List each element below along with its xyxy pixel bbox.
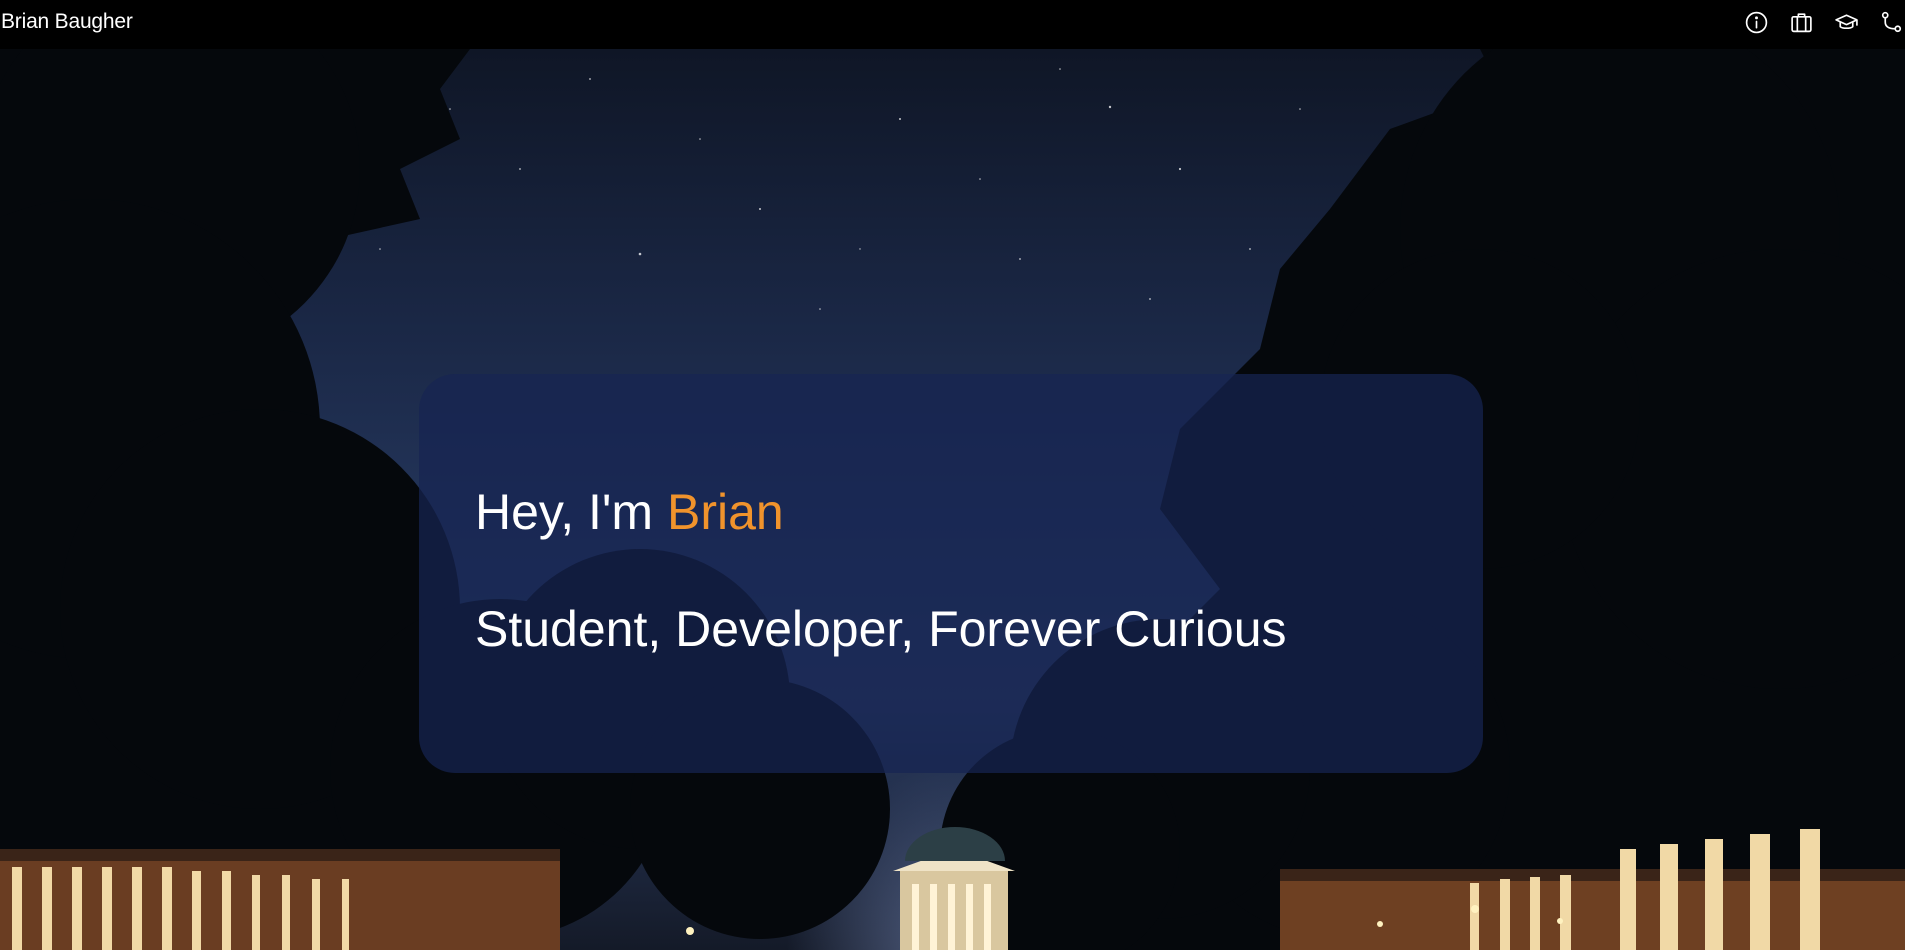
git-branch-icon[interactable]	[1877, 8, 1905, 36]
top-navigation-bar: Brian Baugher	[0, 0, 1905, 49]
graduation-cap-icon[interactable]	[1832, 8, 1860, 36]
greeting-heading: Hey, I'm Brian	[475, 482, 1483, 542]
site-title[interactable]: Brian Baugher	[1, 10, 133, 34]
nav-icon-group	[1725, 8, 1905, 36]
intro-card: Hey, I'm Brian Student, Developer, Forev…	[419, 374, 1483, 773]
info-icon[interactable]	[1742, 8, 1770, 36]
greeting-prefix: Hey, I'm	[475, 484, 667, 540]
hero-section: Hey, I'm Brian Student, Developer, Forev…	[0, 49, 1905, 950]
briefcase-icon[interactable]	[1787, 8, 1815, 36]
greeting-name: Brian	[666, 484, 784, 540]
tagline: Student, Developer, Forever Curious	[475, 601, 1287, 657]
